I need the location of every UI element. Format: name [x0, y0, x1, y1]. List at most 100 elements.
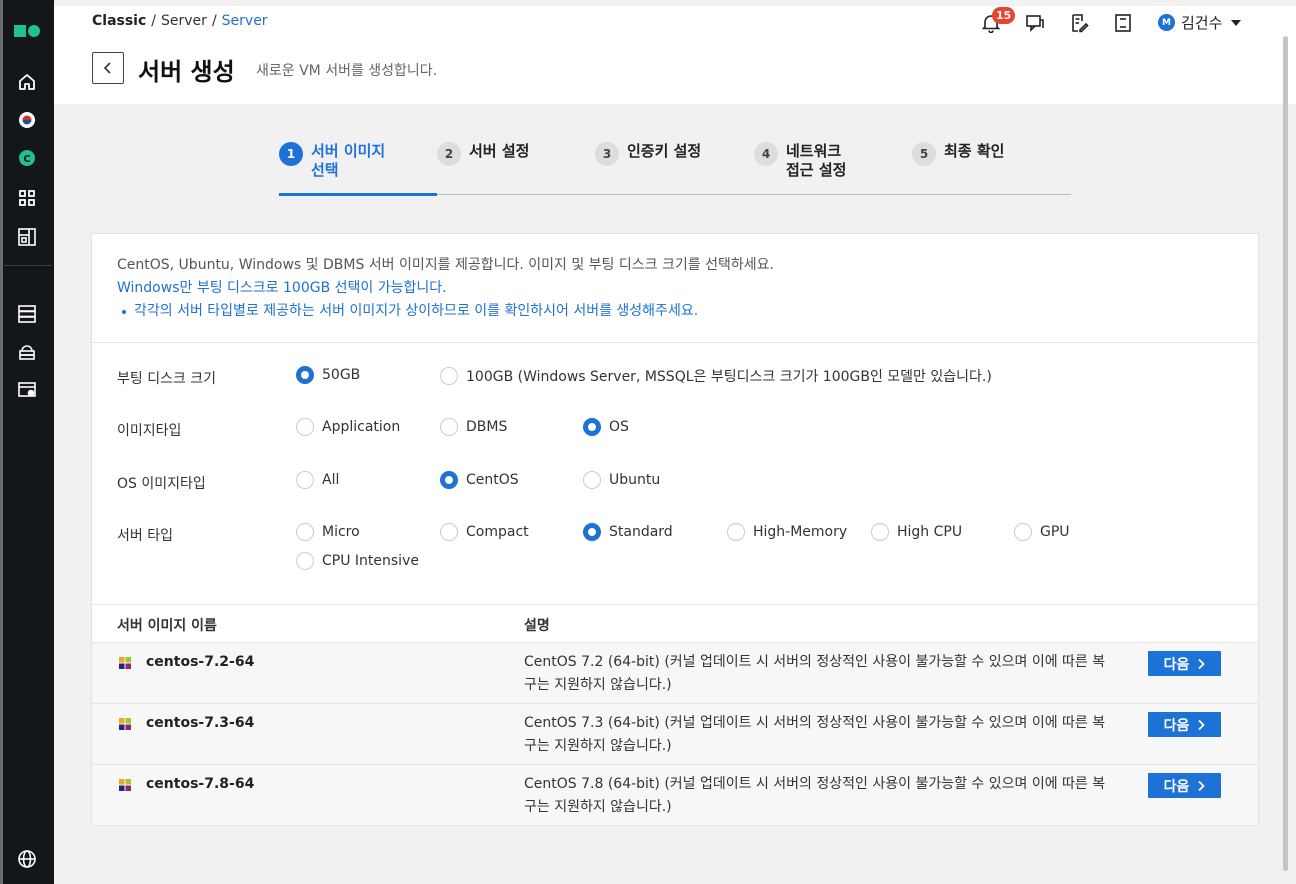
step-final-confirm[interactable]: 5 최종 확인 [912, 142, 1020, 166]
os-image-type-label: OS 이미지타입 [117, 476, 206, 492]
globe-icon[interactable] [0, 844, 54, 874]
centos-logo-icon [119, 779, 131, 791]
breadcrumb-server[interactable]: Server [161, 13, 207, 29]
step-label: 네트워크 접근 설정 [786, 142, 847, 179]
radio-server-gpu[interactable]: GPU [1014, 523, 1070, 541]
ncloud-logo[interactable] [0, 16, 54, 46]
radio-label: Standard [609, 524, 673, 540]
back-button[interactable] [92, 52, 124, 84]
step-number: 2 [437, 142, 461, 166]
radio-label: High CPU [897, 524, 963, 540]
home-icon[interactable] [0, 67, 54, 97]
image-name: centos-7.2-64 [146, 654, 255, 670]
radio-circle [296, 523, 314, 541]
stepper-active-indicator [279, 193, 437, 196]
scrollbar[interactable] [1283, 36, 1288, 871]
radio-circle [583, 471, 601, 489]
step-auth-key[interactable]: 3 인증키 설정 [595, 142, 703, 166]
radio-server-compact[interactable]: Compact [440, 523, 529, 541]
step-number: 5 [912, 142, 936, 166]
bullet-icon [122, 309, 126, 314]
breadcrumb-classic[interactable]: Classic [92, 13, 146, 29]
user-name: 김건수 [1181, 14, 1223, 32]
classic-platform-icon[interactable]: C [0, 143, 54, 173]
radio-boot-50gb[interactable]: 50GB [296, 366, 360, 384]
step-image-select[interactable]: 1 서버 이미지 선택 [279, 142, 387, 180]
korea-region-icon[interactable] [0, 105, 54, 135]
column-header-name: 서버 이미지 이름 [117, 618, 217, 634]
page-title: 서버 생성 [138, 58, 235, 86]
radio-boot-100gb[interactable]: 100GB (Windows Server, MSSQL은 부팅디스크 크기가 … [440, 366, 992, 386]
radio-label: Application [322, 419, 401, 435]
radio-circle [583, 523, 601, 541]
chevron-right-icon [1198, 719, 1206, 730]
radio-os-ubuntu[interactable]: Ubuntu [583, 471, 660, 489]
next-button[interactable]: 다음 [1148, 712, 1221, 737]
radio-label: Compact [466, 524, 529, 540]
console-icon[interactable] [0, 375, 54, 405]
radio-label: High-Memory [753, 524, 848, 540]
next-label: 다음 [1163, 717, 1190, 734]
next-button[interactable]: 다음 [1148, 773, 1221, 798]
divider [92, 342, 1258, 343]
radio-label: Micro [322, 524, 360, 540]
breadcrumb-server-current[interactable]: Server [222, 13, 268, 29]
server-type-label: 서버 타입 [117, 528, 173, 544]
radio-circle [440, 523, 458, 541]
info-line-3: 각각의 서버 타입별로 제공하는 서버 이미지가 상이하므로 이를 확인하시어 … [117, 300, 774, 323]
breadcrumb-separator: / [151, 13, 157, 29]
all-products-icon[interactable] [0, 183, 54, 213]
dashboard-icon[interactable] [0, 222, 54, 252]
top-strip [54, 0, 1296, 6]
step-network-access[interactable]: 4 네트워크 접근 설정 [754, 142, 862, 180]
step-number: 1 [279, 142, 303, 166]
image-table-header: 서버 이미지 이름 설명 [92, 604, 1258, 643]
radio-image-os[interactable]: OS [583, 418, 629, 436]
radio-server-high-cpu[interactable]: High CPU [871, 523, 962, 541]
radio-circle [440, 367, 458, 385]
edit-note-icon[interactable] [1068, 12, 1090, 34]
radio-label: 100GB (Windows Server, MSSQL은 부팅디스크 크기가 … [466, 369, 992, 385]
info-line-1: CentOS, Ubuntu, Windows 및 DBMS 서버 이미지를 제… [117, 257, 774, 273]
user-menu[interactable]: M 김건수 [1158, 12, 1242, 33]
boot-disk-label: 부팅 디스크 크기 [117, 371, 217, 387]
table-row: centos-7.8-64 CentOS 7.8 (64-bit) (커널 업데… [92, 765, 1258, 826]
step-label: 최종 확인 [944, 142, 1005, 160]
image-description: CentOS 7.3 (64-bit) (커널 업데이트 시 서버의 정상적인 … [524, 715, 1106, 754]
radio-circle [296, 552, 314, 570]
server-icon[interactable] [0, 299, 54, 329]
cloud-db-icon[interactable] [0, 337, 54, 367]
image-type-label: 이미지타입 [117, 423, 182, 439]
radio-label: CentOS [466, 472, 519, 488]
radio-image-dbms[interactable]: DBMS [440, 418, 507, 436]
avatar: M [1158, 14, 1175, 31]
chat-icon[interactable] [1024, 12, 1046, 34]
radio-label: 50GB [322, 367, 361, 383]
step-server-settings[interactable]: 2 서버 설정 [437, 142, 545, 166]
breadcrumb: Classic / Server / Server [92, 13, 268, 29]
radio-circle [296, 366, 314, 384]
breadcrumb-separator: / [211, 13, 217, 29]
radio-circle [440, 418, 458, 436]
image-description: CentOS 7.2 (64-bit) (커널 업데이트 시 서버의 정상적인 … [524, 654, 1106, 693]
sidebar: C [0, 0, 54, 884]
radio-os-all[interactable]: All [296, 471, 339, 489]
next-button[interactable]: 다음 [1148, 651, 1221, 676]
next-label: 다음 [1163, 778, 1190, 795]
image-description: CentOS 7.8 (64-bit) (커널 업데이트 시 서버의 정상적인 … [524, 776, 1106, 815]
svg-text:C: C [23, 154, 30, 165]
image-name: centos-7.8-64 [146, 776, 255, 792]
manual-book-icon[interactable] [1112, 12, 1134, 34]
step-label: 서버 이미지 선택 [311, 142, 386, 179]
info-line-2: Windows만 부팅 디스크로 100GB 선택이 가능합니다. [117, 280, 447, 296]
radio-server-standard[interactable]: Standard [583, 523, 673, 541]
radio-image-application[interactable]: Application [296, 418, 400, 436]
table-row: centos-7.2-64 CentOS 7.2 (64-bit) (커널 업데… [92, 643, 1258, 704]
image-name: centos-7.3-64 [146, 715, 255, 731]
page-subtitle: 새로운 VM 서버를 생성합니다. [256, 63, 438, 79]
step-number: 4 [754, 142, 778, 166]
radio-server-high-memory[interactable]: High-Memory [727, 523, 847, 541]
radio-server-cpu-intensive[interactable]: CPU Intensive [296, 552, 419, 570]
radio-os-centos[interactable]: CentOS [440, 471, 519, 489]
radio-server-micro[interactable]: Micro [296, 523, 360, 541]
